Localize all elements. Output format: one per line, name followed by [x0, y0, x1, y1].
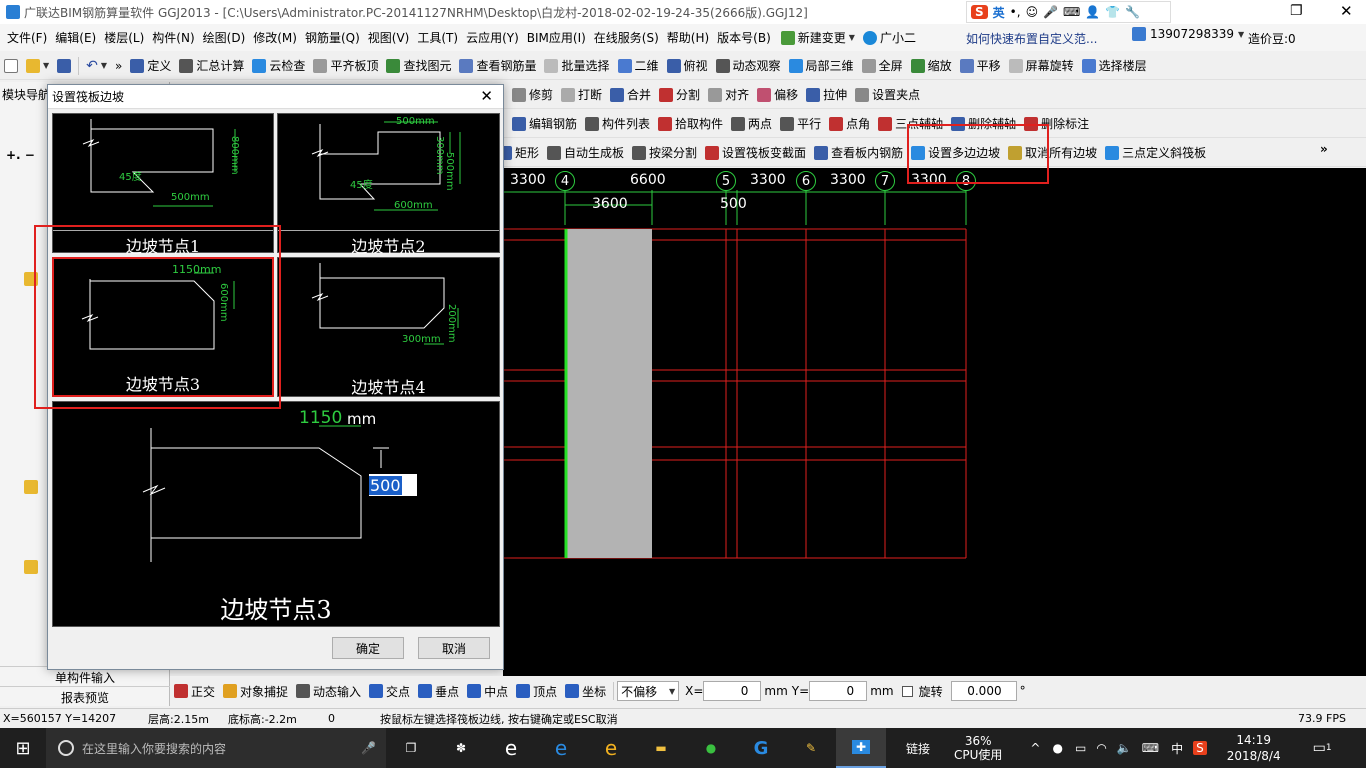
slope-preview: 1150 mm 500 边坡节点3 — [52, 401, 500, 627]
ie-browser-icon[interactable]: e — [586, 736, 636, 760]
axis-number: 7 — [875, 171, 895, 191]
snap-toggle-0[interactable]: 正交 — [170, 680, 219, 702]
snap-toggle-icon — [418, 684, 433, 698]
snap-toggle-icon — [467, 684, 482, 698]
highlight-box — [34, 225, 281, 409]
axis-dim-label: 3300 — [510, 172, 546, 188]
search-icon — [58, 740, 74, 756]
bottom-elevation: 底标高:-2.2m — [228, 712, 297, 726]
snap-toggle-7[interactable]: 坐标 — [561, 680, 610, 702]
file-explorer-icon[interactable]: ▬ — [636, 741, 686, 755]
axis-dim-label: 6600 — [630, 172, 666, 188]
axis-dim-label: 3300 — [750, 172, 786, 188]
notes-app-icon[interactable]: ✎ — [786, 741, 836, 755]
sogou-tray-icon[interactable]: S — [1193, 741, 1207, 755]
rotate-input[interactable]: 0.000 — [950, 681, 1017, 701]
notification-icon[interactable]: ▭ — [1313, 740, 1326, 756]
dialog-title: 设置筏板边坡 — [52, 90, 125, 104]
coords-readout: X=560157 Y=14207 — [3, 712, 117, 725]
ggj-app-icon[interactable]: ✚ — [836, 728, 886, 768]
keyboard-icon[interactable]: ⌨ — [1142, 741, 1159, 755]
shield-icon[interactable]: ● — [1052, 741, 1062, 755]
status-hint: 按鼠标左键选择筏板边线, 按右键确定或ESC取消 — [380, 712, 618, 726]
slope-node-tile-2[interactable]: 500mm 300mm 500mm 45度 600mm 边坡节点2 — [277, 113, 500, 256]
windows-start-icon[interactable]: ⊞ — [0, 738, 46, 759]
preview-caption: 边坡节点3 — [220, 596, 332, 624]
link-label[interactable]: 链接 — [906, 740, 930, 757]
snap-toggle-1[interactable]: 对象捕捉 — [219, 680, 292, 702]
cancel-button[interactable]: 取消 — [418, 637, 490, 659]
status-bar: X=560157 Y=14207 层高:2.15m 底标高:-2.2m 0 按鼠… — [0, 708, 1366, 728]
mic-icon[interactable]: 🎤 — [361, 741, 376, 755]
battery-icon[interactable]: ▭ — [1075, 741, 1086, 755]
snap-toggle-icon — [516, 684, 531, 698]
green-app-icon[interactable]: ● — [686, 741, 736, 755]
snap-toggle-icon — [174, 684, 188, 698]
axis-dim-label: 3300 — [830, 172, 866, 188]
snap-toggle-icon — [296, 684, 311, 698]
ime-indicator[interactable]: 中 — [1171, 740, 1183, 757]
g-app-icon[interactable]: G — [736, 738, 786, 759]
volume-icon[interactable]: 🔈 — [1117, 741, 1132, 755]
fan-app-icon[interactable]: ✽ — [436, 741, 486, 755]
taskbar-search[interactable]: 在这里输入你要搜索的内容 🎤 — [46, 728, 386, 768]
snap-toggle-icon — [223, 684, 238, 698]
slope-value-input[interactable]: 500 — [369, 474, 417, 496]
snap-toggle-icon — [369, 684, 384, 698]
axis-number: 6 — [796, 171, 816, 191]
offset-select[interactable]: 不偏移 ▼ — [617, 681, 680, 701]
y-offset-input[interactable]: 0 — [809, 681, 868, 701]
dim-label: 3600 — [592, 196, 628, 212]
tile-caption: 边坡节点4 — [351, 378, 426, 397]
slope-node-tile-4[interactable]: 300mm 200mm 边坡节点4 — [277, 257, 500, 397]
x-offset-input[interactable]: 0 — [703, 681, 762, 701]
ie-icon[interactable]: e — [486, 736, 536, 760]
cpu-widget: 36% CPU使用 — [954, 734, 1003, 762]
task-view-icon[interactable]: ❐ — [386, 741, 436, 755]
rotate-checkbox[interactable] — [901, 685, 913, 697]
wifi-icon[interactable]: ◠ — [1096, 741, 1106, 755]
dialog-titlebar: 设置筏板边坡 ✕ — [48, 85, 503, 109]
snap-toggle-4[interactable]: 垂点 — [414, 680, 463, 702]
floor-height: 层高:2.15m — [148, 712, 209, 726]
snap-toggle-6[interactable]: 顶点 — [512, 680, 561, 702]
taskbar: ⊞ 在这里输入你要搜索的内容 🎤 ❐ ✽ e e e ▬ ● G ✎ ✚ 链接 … — [0, 728, 1366, 768]
dim-label: 500 — [720, 196, 747, 212]
highlight-box — [907, 124, 1049, 184]
edge-icon[interactable]: e — [536, 736, 586, 760]
ok-button[interactable]: 确定 — [332, 637, 404, 659]
axis-number: 5 — [716, 171, 736, 191]
dialog-close-button[interactable]: ✕ — [480, 87, 493, 105]
clock[interactable]: 14:19 2018/8/4 — [1227, 732, 1281, 764]
raft-slab[interactable] — [565, 229, 652, 558]
snap-toggle-icon — [565, 684, 580, 698]
fps-readout: 73.9 FPS — [1298, 712, 1346, 725]
snap-toggle-3[interactable]: 交点 — [365, 680, 414, 702]
snap-toggle-5[interactable]: 中点 — [463, 680, 512, 702]
tile-caption: 边坡节点2 — [278, 230, 499, 257]
snap-toolbar: 正交 对象捕捉 动态输入 交点 垂点 中点 顶点 坐标 不偏移 ▼ X= 0 mm Y= 0 m… — [170, 676, 1366, 706]
snap-toggle-2[interactable]: 动态输入 — [292, 680, 365, 702]
chevron-up-icon[interactable]: ^ — [1030, 741, 1040, 755]
axis-number: 4 — [555, 171, 575, 191]
